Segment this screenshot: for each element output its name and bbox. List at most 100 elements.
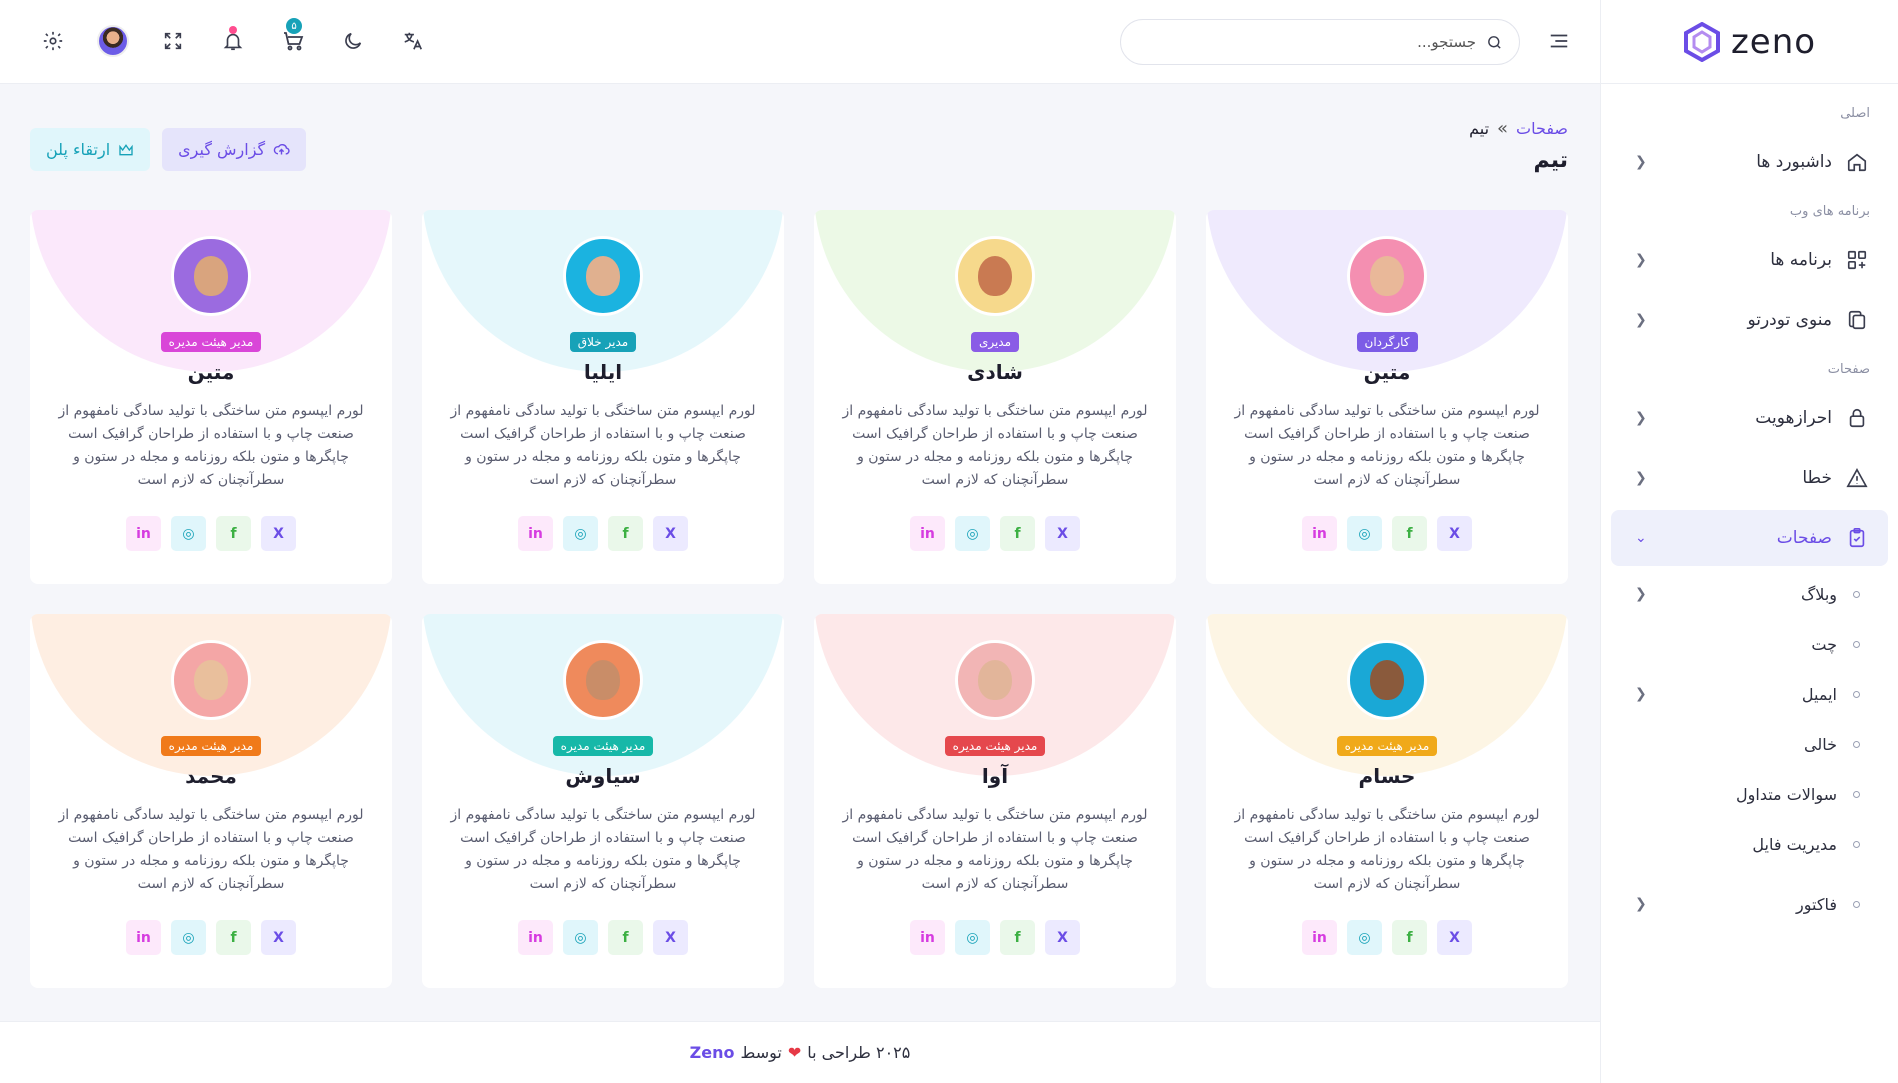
chevron-left-icon: ❮ xyxy=(1635,154,1647,170)
social-links: in ◎ f X xyxy=(30,920,392,955)
user-avatar-button[interactable] xyxy=(96,24,130,58)
x-twitter-icon[interactable]: X xyxy=(1437,920,1472,955)
bullet-icon xyxy=(1853,840,1860,848)
member-description: لورم ایپسوم متن ساختگی با تولید سادگی نا… xyxy=(58,807,364,892)
team-grid: کارگردان متین لورم ایپسوم متن ساختگی با … xyxy=(28,210,1568,988)
linkedin-icon[interactable]: in xyxy=(126,920,161,955)
sidebar-item-nested[interactable]: منوی تودرتو ❮ xyxy=(1611,292,1888,348)
instagram-icon[interactable]: ◎ xyxy=(563,920,598,955)
x-twitter-icon[interactable]: X xyxy=(1045,516,1080,551)
chevron-left-icon: ❮ xyxy=(1635,252,1647,268)
chevron-left-icon: ❮ xyxy=(1635,896,1647,912)
sidebar-item-auth[interactable]: احرازهویت ❮ xyxy=(1611,390,1888,446)
team-card: مدیر هیئت مدیره سیاوش لورم ایپسوم متن سا… xyxy=(422,614,784,988)
gear-icon xyxy=(43,31,63,51)
menu-toggle-button[interactable] xyxy=(1548,30,1570,56)
x-twitter-icon[interactable]: X xyxy=(1437,516,1472,551)
sidebar-sub-chat[interactable]: چت xyxy=(1611,620,1888,668)
translate-icon xyxy=(404,32,423,50)
facebook-icon[interactable]: f xyxy=(1392,920,1427,955)
facebook-icon[interactable]: f xyxy=(216,516,251,551)
search-input[interactable] xyxy=(1137,33,1476,51)
linkedin-icon[interactable]: in xyxy=(518,920,553,955)
sidebar-sub-empty[interactable]: خالی xyxy=(1611,720,1888,768)
facebook-icon[interactable]: f xyxy=(1000,920,1035,955)
search-box[interactable] xyxy=(1120,19,1520,65)
x-twitter-icon[interactable]: X xyxy=(653,920,688,955)
instagram-icon[interactable]: ◎ xyxy=(1347,516,1382,551)
sidebar-sub-files[interactable]: مدیریت فایل xyxy=(1611,820,1888,868)
linkedin-icon[interactable]: in xyxy=(126,516,161,551)
bullet-icon xyxy=(1853,900,1860,908)
instagram-icon[interactable]: ◎ xyxy=(1347,920,1382,955)
member-role-badge: کارگردان xyxy=(1356,332,1418,352)
bullet-icon xyxy=(1853,790,1860,798)
team-card: کارگردان متین لورم ایپسوم متن ساختگی با … xyxy=(1206,210,1568,584)
sidebar-sub-label: چت xyxy=(1811,634,1837,654)
team-card: مدیری شادی لورم ایپسوم متن ساختگی با تول… xyxy=(814,210,1176,584)
x-twitter-icon[interactable]: X xyxy=(261,920,296,955)
instagram-icon[interactable]: ◎ xyxy=(171,920,206,955)
linkedin-icon[interactable]: in xyxy=(518,516,553,551)
cart-button[interactable]: ۵ xyxy=(276,18,310,58)
sidebar-item-label: منوی تودرتو xyxy=(1747,310,1832,330)
instagram-icon[interactable]: ◎ xyxy=(955,920,990,955)
social-links: in ◎ f X xyxy=(1206,516,1568,551)
theme-toggle-button[interactable] xyxy=(336,24,370,58)
member-name: متین xyxy=(187,360,235,384)
sidebar-item-error[interactable]: خطا ❮ xyxy=(1611,450,1888,506)
member-name: سیاوش xyxy=(565,764,641,788)
member-role-badge: مدیری xyxy=(970,332,1020,352)
team-card: مدیر هیئت مدیره محمد لورم ایپسوم متن ساخ… xyxy=(30,614,392,988)
language-button[interactable] xyxy=(396,24,430,58)
chevron-left-icon: ❮ xyxy=(1635,586,1647,602)
sidebar-item-dashboards[interactable]: داشبورد ها ❮ xyxy=(1611,134,1888,190)
sidebar-sub-invoice[interactable]: فاکتور ❮ xyxy=(1611,880,1888,928)
linkedin-icon[interactable]: in xyxy=(910,516,945,551)
sidebar-sub-label: ایمیل xyxy=(1801,684,1837,704)
footer-by: توسط xyxy=(740,1043,782,1062)
instagram-icon[interactable]: ◎ xyxy=(955,516,990,551)
logo[interactable]: zeno xyxy=(1601,0,1898,84)
social-links: in ◎ f X xyxy=(422,516,784,551)
breadcrumb-link[interactable]: صفحات xyxy=(1516,119,1568,138)
facebook-icon[interactable]: f xyxy=(1392,516,1427,551)
sidebar-item-pages[interactable]: صفحات ⌄ xyxy=(1611,510,1888,566)
member-face xyxy=(586,256,620,296)
footer: ۲۰۲۵ طراحی با ❤ توسط Zeno xyxy=(0,1021,1600,1083)
heart-icon: ❤ xyxy=(787,1043,802,1062)
footer-brand-link[interactable]: Zeno xyxy=(690,1043,735,1062)
sidebar-sub-blog[interactable]: وبلاگ ❮ xyxy=(1611,570,1888,618)
page-title: تیم xyxy=(1533,148,1569,173)
team-card: مدیر هیئت مدیره حسام لورم ایپسوم متن ساخ… xyxy=(1206,614,1568,988)
settings-button[interactable] xyxy=(36,24,70,58)
section-main: اصلی xyxy=(1840,105,1870,121)
facebook-icon[interactable]: f xyxy=(608,920,643,955)
sidebar-item-label: صفحات xyxy=(1776,528,1832,548)
linkedin-icon[interactable]: in xyxy=(1302,920,1337,955)
sidebar-sub-email[interactable]: ایمیل ❮ xyxy=(1611,670,1888,718)
facebook-icon[interactable]: f xyxy=(216,920,251,955)
facebook-icon[interactable]: f xyxy=(608,516,643,551)
chevron-left-icon: ❮ xyxy=(1635,312,1647,328)
linkedin-icon[interactable]: in xyxy=(910,920,945,955)
sidebar-sub-faq[interactable]: سوالات متداول xyxy=(1611,770,1888,818)
fullscreen-button[interactable] xyxy=(156,24,190,58)
footer-text: ۲۰۲۵ طراحی با xyxy=(807,1043,911,1062)
instagram-icon[interactable]: ◎ xyxy=(563,516,598,551)
x-twitter-icon[interactable]: X xyxy=(653,516,688,551)
notifications-button[interactable] xyxy=(216,24,250,58)
linkedin-icon[interactable]: in xyxy=(1302,516,1337,551)
sidebar-item-apps[interactable]: برنامه ها ❮ xyxy=(1611,232,1888,288)
report-button[interactable]: گزارش گیری xyxy=(162,128,307,171)
member-photo xyxy=(563,640,643,720)
instagram-icon[interactable]: ◎ xyxy=(171,516,206,551)
facebook-icon[interactable]: f xyxy=(1000,516,1035,551)
upgrade-plan-button[interactable]: ارتقاء پلن xyxy=(30,128,151,171)
x-twitter-icon[interactable]: X xyxy=(261,516,296,551)
x-twitter-icon[interactable]: X xyxy=(1045,920,1080,955)
crown-icon xyxy=(119,143,133,155)
sidebar-sub-label: مدیریت فایل xyxy=(1752,834,1837,854)
member-face xyxy=(1370,660,1404,700)
bullet-icon xyxy=(1853,640,1860,648)
